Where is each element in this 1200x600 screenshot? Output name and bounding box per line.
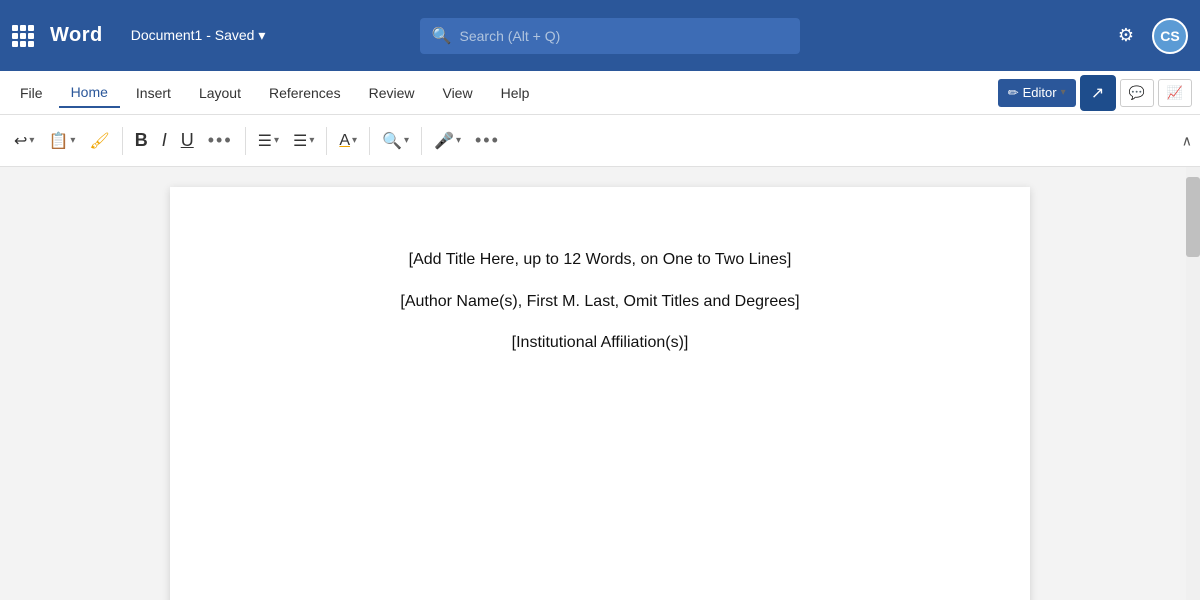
chevron-down-icon: ▾ — [404, 135, 409, 146]
bullet-list-button[interactable]: ☰ ▾ — [252, 123, 285, 159]
menu-review[interactable]: Review — [357, 79, 427, 107]
toolbar-separator — [421, 127, 422, 155]
more-formatting-button[interactable]: ••• — [202, 123, 239, 159]
chevron-down-icon: ▾ — [456, 135, 461, 146]
editor-button[interactable]: ✏ Editor ▾ — [998, 79, 1076, 107]
microphone-icon: 🎤 — [434, 131, 454, 151]
toolbar-separator — [326, 127, 327, 155]
more-tools-button[interactable]: ••• — [469, 123, 506, 159]
menu-right-actions: ✏ Editor ▾ ↗ 💬 📈 — [998, 75, 1192, 111]
menu-file[interactable]: File — [8, 79, 55, 107]
chevron-down-icon: ▾ — [70, 135, 75, 146]
collapse-icon: ∧ — [1182, 132, 1192, 148]
track-icon: 📈 — [1167, 85, 1183, 101]
format-painter-icon: 🖌 — [89, 131, 109, 151]
font-color-icon: A — [339, 132, 350, 150]
chevron-down-icon: ▾ — [29, 135, 34, 146]
dictate-button[interactable]: 🎤 ▾ — [428, 123, 467, 159]
doc-line-3: [Institutional Affiliation(s)] — [512, 330, 689, 356]
app-name: Word — [50, 24, 103, 47]
settings-button[interactable]: ⚙ — [1108, 18, 1144, 54]
font-color-button[interactable]: A ▾ — [333, 123, 363, 159]
doc-line-2: [Author Name(s), First M. Last, Omit Tit… — [400, 289, 799, 315]
chevron-down-icon: ▾ — [309, 135, 314, 146]
undo-icon: ↩ — [14, 131, 27, 151]
title-bar-left: Word Document1 - Saved ▾ — [12, 24, 265, 47]
clipboard-icon: 📋 — [48, 131, 68, 151]
chevron-down-icon: ▾ — [274, 135, 279, 146]
ellipsis-icon: ••• — [475, 130, 500, 151]
find-button[interactable]: 🔍 ▾ — [376, 123, 415, 159]
document-page[interactable]: [Add Title Here, up to 12 Words, on One … — [170, 187, 1030, 600]
ellipsis-icon: ••• — [208, 130, 233, 151]
doc-line-1: [Add Title Here, up to 12 Words, on One … — [409, 247, 792, 273]
menu-bar: File Home Insert Layout References Revie… — [0, 71, 1200, 115]
chevron-down-icon: ▾ — [1061, 87, 1066, 98]
toolbar-separator — [122, 127, 123, 155]
align-button[interactable]: ☰ ▾ — [287, 123, 320, 159]
scrollbar-thumb[interactable] — [1186, 177, 1200, 257]
italic-button[interactable]: I — [156, 123, 173, 159]
menu-layout[interactable]: Layout — [187, 79, 253, 107]
align-icon: ☰ — [293, 131, 307, 151]
undo-button[interactable]: ↩ ▾ — [8, 123, 40, 159]
title-bar: Word Document1 - Saved ▾ 🔍 ⚙ CS — [0, 0, 1200, 71]
chevron-down-icon: ▾ — [352, 135, 357, 146]
doc-title: Document1 - Saved ▾ — [131, 27, 266, 44]
share-icon: ↗ — [1091, 83, 1104, 103]
share-button[interactable]: ↗ — [1080, 75, 1116, 111]
search-icon: 🔍 — [432, 26, 452, 46]
toolbar-separator — [369, 127, 370, 155]
collapse-ribbon-button[interactable]: ∧ — [1182, 132, 1192, 149]
format-painter-button[interactable]: 🖌 — [83, 123, 115, 159]
menu-references[interactable]: References — [257, 79, 353, 107]
toolbar: ↩ ▾ 📋 ▾ 🖌 B I U ••• ☰ ▾ ☰ ▾ A ▾ 🔍 ▾ 🎤 ▾ … — [0, 115, 1200, 167]
search-input[interactable] — [460, 28, 788, 44]
menu-insert[interactable]: Insert — [124, 79, 183, 107]
avatar[interactable]: CS — [1152, 18, 1188, 54]
pencil-icon: ✏ — [1008, 85, 1019, 101]
track-changes-button[interactable]: 📈 — [1158, 79, 1192, 107]
menu-help[interactable]: Help — [489, 79, 542, 107]
underline-button[interactable]: U — [175, 123, 200, 159]
app-grid-icon[interactable] — [12, 25, 34, 47]
clipboard-button[interactable]: 📋 ▾ — [42, 123, 81, 159]
find-icon: 🔍 — [382, 131, 402, 151]
scrollbar[interactable] — [1186, 167, 1200, 600]
toolbar-separator — [245, 127, 246, 155]
document-area: [Add Title Here, up to 12 Words, on One … — [0, 167, 1200, 600]
menu-view[interactable]: View — [430, 79, 484, 107]
title-bar-right: ⚙ CS — [1108, 18, 1188, 54]
bullet-list-icon: ☰ — [258, 131, 272, 151]
search-bar[interactable]: 🔍 — [420, 18, 800, 54]
comment-button[interactable]: 💬 — [1120, 79, 1154, 107]
bold-button[interactable]: B — [129, 123, 154, 159]
comment-icon: 💬 — [1129, 85, 1145, 101]
menu-home[interactable]: Home — [59, 78, 120, 108]
